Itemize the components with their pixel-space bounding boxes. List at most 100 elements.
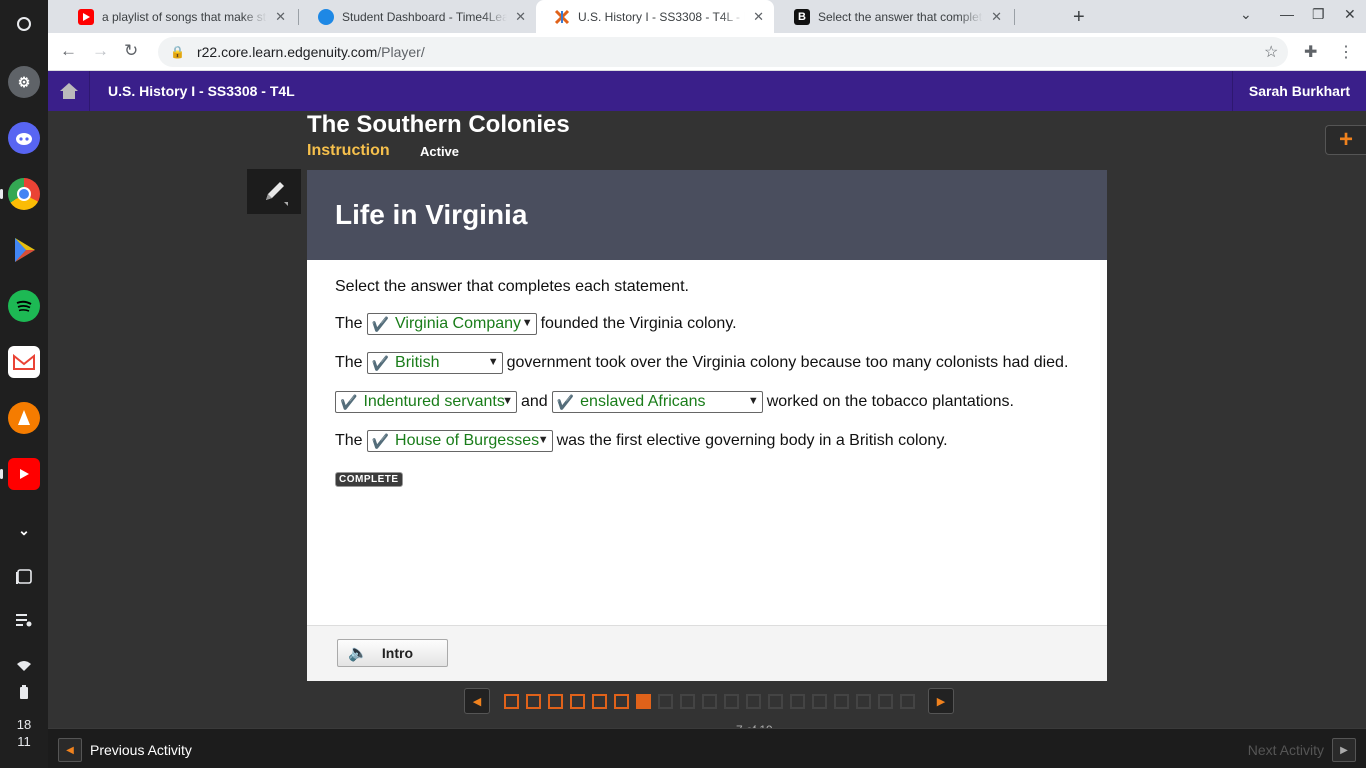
pager-step-8[interactable] — [657, 693, 673, 709]
q4-pre: The — [335, 432, 363, 449]
bookmark-star-icon[interactable]: ☆ — [1264, 42, 1278, 62]
pager-step-12[interactable] — [745, 693, 761, 709]
back-arrow-icon[interactable]: ← — [60, 41, 77, 61]
spotify-icon[interactable] — [8, 290, 40, 322]
discord-icon[interactable] — [8, 122, 40, 154]
clock-minute: 11 — [17, 734, 31, 749]
new-tab-icon[interactable]: + — [1073, 6, 1085, 29]
tab-title: Student Dashboard - Time4Learn — [342, 9, 508, 24]
previous-activity-button[interactable]: ◀ Previous Activity — [58, 738, 192, 762]
q3-answer1-select[interactable]: ✔️ Indentured servants ▼ — [335, 391, 517, 413]
vlc-icon[interactable] — [8, 402, 40, 434]
lock-icon[interactable]: 🔒 — [170, 45, 185, 59]
forward-arrow-icon[interactable]: → — [92, 41, 109, 61]
pager-step-11[interactable] — [723, 693, 739, 709]
pager-step-17[interactable] — [855, 693, 871, 709]
checkmark-icon: ✔️ — [371, 432, 390, 449]
tab-search-icon[interactable]: ⌄ — [1240, 6, 1252, 23]
pager-step-7[interactable] — [635, 693, 651, 709]
q1-post: founded the Virginia colony. — [540, 315, 737, 332]
q2-post: government took over the Virginia colony… — [506, 354, 1069, 371]
close-icon[interactable]: ✕ — [753, 9, 764, 25]
q3-mid: and — [521, 393, 548, 410]
instruction-text: Select the answer that completes each st… — [335, 278, 689, 295]
pager-prev-arrow-icon[interactable]: ◀ — [464, 688, 490, 714]
lesson-status: Active — [420, 144, 460, 159]
launcher-icon[interactable] — [8, 8, 40, 40]
course-title: U.S. History I - SS3308 - T4L — [108, 83, 295, 99]
gmail-icon[interactable] — [8, 346, 40, 378]
pager-step-18[interactable] — [877, 693, 893, 709]
pager-step-6[interactable] — [613, 693, 629, 709]
pager-step-2[interactable] — [525, 693, 541, 709]
pager-step-19[interactable] — [899, 693, 915, 709]
youtube-icon[interactable] — [8, 458, 40, 490]
q2-answer-select[interactable]: ✔️ British ▼ — [366, 352, 503, 374]
address-bar[interactable]: 🔒 r22.core.learn.edgenuity.com/Player/ — [158, 37, 1288, 67]
pager-step-10[interactable] — [701, 693, 717, 709]
pager-step-14[interactable] — [789, 693, 805, 709]
chrome-icon[interactable] — [8, 178, 40, 210]
pager-step-13[interactable] — [767, 693, 783, 709]
home-button[interactable] — [48, 71, 90, 111]
tab-us-history[interactable]: U.S. History I - SS3308 - T4L - Ed ✕ — [536, 0, 774, 33]
pager-step-1[interactable] — [503, 693, 519, 709]
youtube-icon — [78, 8, 94, 25]
notes-pencil-button[interactable] — [247, 169, 301, 214]
pager-step-16[interactable] — [833, 693, 849, 709]
chevron-down-icon: ▼ — [747, 395, 759, 407]
checkmark-icon: ✔️ — [340, 393, 358, 410]
tab-student-dashboard[interactable]: Student Dashboard - Time4Learn ✕ — [300, 0, 536, 33]
q3-answer2-select[interactable]: ✔️ enslaved Africans ▼ — [551, 391, 763, 413]
play-store-icon[interactable] — [8, 234, 40, 266]
close-icon[interactable]: ✕ — [275, 9, 286, 25]
lesson-section: Instruction — [307, 142, 390, 159]
extensions-puzzle-icon[interactable]: ✚ — [1304, 42, 1317, 62]
menu-kebab-icon[interactable]: ⋮ — [1338, 42, 1354, 62]
tab-brainly[interactable]: B Select the answer that complete ✕ — [776, 0, 1012, 33]
chevron-down-icon: ▼ — [487, 356, 499, 368]
activity-nav-bar: ◀ Previous Activity Next Activity ▶ — [48, 728, 1366, 768]
settings-gear-icon[interactable]: ⚙ — [8, 66, 40, 98]
next-activity-button[interactable]: Next Activity ▶ — [1248, 738, 1356, 762]
player-stage: + The Southern Colonies Instruction Acti… — [48, 111, 1366, 737]
chevron-down-icon: ▼ — [521, 317, 533, 329]
pager-step-4[interactable] — [569, 693, 585, 709]
q1-answer-select[interactable]: ✔️ Virginia Company ▼ — [366, 313, 537, 335]
pager-step-9[interactable] — [679, 693, 695, 709]
user-name-button[interactable]: Sarah Burkhart — [1232, 71, 1366, 111]
expand-tools-button[interactable]: + — [1325, 125, 1366, 155]
chevron-down-icon[interactable]: ⌄ — [8, 514, 40, 546]
tote-icon[interactable] — [8, 560, 40, 592]
battery-icon[interactable] — [8, 676, 40, 708]
intro-audio-button[interactable]: 🔈 Intro — [337, 639, 448, 667]
q1-pre: The — [335, 315, 363, 332]
browser-toolbar: ← → ↻ 🔒 r22.core.learn.edgenuity.com/Pla… — [48, 33, 1366, 71]
system-clock[interactable]: 18 11 — [0, 716, 48, 750]
pager-step-15[interactable] — [811, 693, 827, 709]
close-icon[interactable]: ✕ — [515, 9, 526, 25]
pager-step-3[interactable] — [547, 693, 563, 709]
checkmark-icon: ✔️ — [556, 393, 575, 410]
close-window-icon[interactable]: ✕ — [1344, 6, 1356, 23]
close-icon[interactable]: ✕ — [991, 9, 1002, 25]
tab-title: a playlist of songs that make stu — [102, 9, 268, 24]
previous-activity-label: Previous Activity — [90, 742, 192, 758]
pager-step-5[interactable] — [591, 693, 607, 709]
reload-icon[interactable]: ↻ — [124, 41, 138, 61]
activity-pager: ◀ ▶ — [464, 688, 954, 714]
minimize-icon[interactable]: — — [1280, 6, 1294, 22]
q4-answer-select[interactable]: ✔️ House of Burgesses ▼ — [366, 430, 553, 452]
clock-hour: 18 — [16, 717, 32, 732]
q2-pre: The — [335, 354, 363, 371]
q4-post: was the first elective governing body in… — [556, 432, 948, 449]
pager-next-arrow-icon[interactable]: ▶ — [928, 688, 954, 714]
restore-icon[interactable]: ❐ — [1312, 6, 1325, 23]
q3-answer1-value: Indentured servants — [363, 393, 505, 410]
tab-playlist[interactable]: a playlist of songs that make stu ✕ — [60, 0, 296, 33]
question-4: The ✔️ House of Burgesses ▼ was the firs… — [335, 430, 1079, 452]
checkmark-icon: ✔️ — [371, 315, 390, 332]
media-controls-icon[interactable] — [8, 604, 40, 636]
intro-label: Intro — [381, 645, 414, 661]
url-host: r22.core.learn.edgenuity.com — [196, 44, 378, 60]
